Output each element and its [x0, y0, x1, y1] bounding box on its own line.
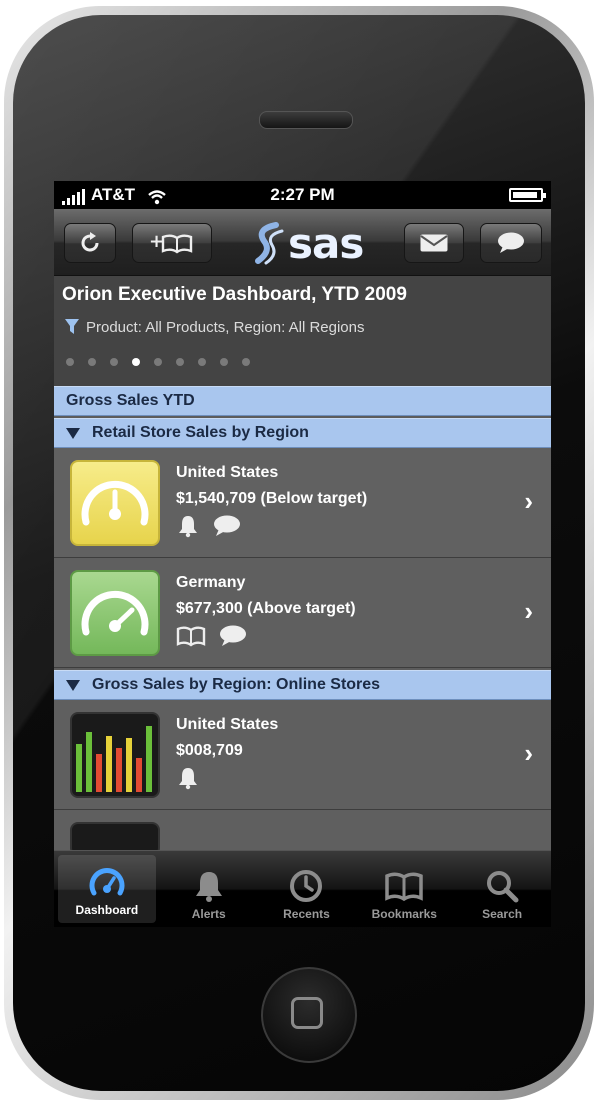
earpiece-speaker [259, 111, 353, 129]
row-icons [176, 514, 367, 538]
mail-icon [420, 234, 448, 252]
collapse-triangle-icon [66, 679, 80, 691]
region-value: $008,709 [176, 742, 243, 759]
chevron-right-icon: › [524, 486, 533, 516]
status-time: 2:27 PM [270, 185, 335, 204]
brand-name: sas [288, 218, 364, 268]
section-gross-sales: Gross Sales YTD [54, 386, 551, 416]
region-name: Germany [176, 574, 246, 591]
row-icons [176, 624, 356, 648]
app-screen: AT&T 2:27 PM + sas Orion Executive Dashb… [54, 181, 551, 927]
dashboard-header: Orion Executive Dashboard, YTD 2009 Prod… [54, 276, 551, 386]
tab-search[interactable]: Search [453, 851, 551, 927]
section-title: Retail Store Sales by Region [92, 424, 309, 441]
tab-recents[interactable]: Recents [258, 851, 356, 927]
tab-label: Alerts [191, 907, 226, 921]
filter-summary[interactable]: Product: All Products, Region: All Regio… [64, 318, 364, 336]
section-online[interactable]: Gross Sales by Region: Online Stores [54, 670, 551, 700]
page-dot[interactable] [242, 358, 250, 366]
section-title: Gross Sales by Region: Online Stores [92, 676, 381, 693]
gauge-thumbnail [70, 570, 160, 656]
filter-text: Product: All Products, Region: All Regio… [86, 318, 365, 336]
region-name: United States [176, 716, 279, 733]
battery-icon [509, 188, 546, 202]
region-value: $1,540,709 (Below target) [176, 490, 368, 507]
list-item[interactable]: United States $1,540,709 (Below target) … [54, 448, 551, 558]
home-square-icon [291, 997, 323, 1029]
page-dot[interactable] [198, 358, 206, 366]
page-dot[interactable] [88, 358, 96, 366]
app-toolbar: + sas [54, 209, 551, 276]
section-retail[interactable]: Retail Store Sales by Region [54, 418, 551, 448]
tab-label: Dashboard [75, 903, 139, 917]
comment-icon [214, 515, 240, 536]
page-dot[interactable] [110, 358, 118, 366]
gauge-icon [81, 480, 149, 526]
row-icons [176, 766, 278, 790]
home-button[interactable] [261, 967, 357, 1063]
row-text: United States $008,709 [176, 716, 278, 790]
section-title: Gross Sales YTD [66, 392, 195, 409]
page-dot[interactable] [220, 358, 228, 366]
mail-button[interactable] [404, 223, 464, 263]
page-dot-active[interactable] [132, 358, 140, 366]
tab-bookmarks[interactable]: Bookmarks [355, 851, 453, 927]
tab-label: Recents [283, 907, 330, 921]
row-text: Germany $677,300 (Above target) [176, 574, 356, 648]
list-item[interactable]: United States $008,709 › [54, 700, 551, 810]
sas-logo: sas [252, 218, 364, 268]
chevron-right-icon: › [524, 596, 533, 626]
page-indicator[interactable] [66, 358, 250, 366]
refresh-button[interactable] [64, 223, 116, 263]
region-value: $677,300 (Above target) [176, 600, 356, 617]
bookmark-add-button[interactable]: + [132, 223, 212, 263]
dashboard-icon [89, 868, 125, 896]
dashboard-title: Orion Executive Dashboard, YTD 2009 [62, 284, 407, 305]
page-dot[interactable] [176, 358, 184, 366]
gauge-thumbnail [70, 460, 160, 546]
chevron-right-icon: › [524, 738, 533, 768]
refresh-icon [81, 232, 99, 252]
list-item[interactable]: Germany $677,300 (Above target) › [54, 558, 551, 668]
clock-icon [290, 870, 323, 902]
filter-icon [65, 319, 79, 334]
region-name: United States [176, 464, 279, 481]
page-dot[interactable] [154, 358, 162, 366]
alert-icon [179, 516, 197, 538]
bell-icon [195, 872, 222, 902]
sas-swirl-icon [255, 222, 284, 265]
bookmark-icon [176, 626, 206, 647]
dashboard-list: Gross Sales YTD Retail Store Sales by Re… [54, 386, 551, 856]
tab-bar: Dashboard Alerts Recents Bookmarks Searc… [54, 850, 551, 927]
comment-button[interactable] [480, 223, 542, 263]
collapse-triangle-icon [66, 427, 80, 439]
bar-chart-thumbnail [70, 712, 160, 798]
tab-label: Bookmarks [371, 907, 437, 921]
row-text: United States $1,540,709 (Below target) [176, 464, 367, 538]
gauge-icon [81, 590, 149, 636]
bar-chart-icon [76, 726, 152, 792]
search-icon [487, 871, 519, 903]
bookmark-add-icon: + [149, 231, 193, 254]
tab-label: Search [482, 907, 523, 921]
status-bar: AT&T 2:27 PM [54, 181, 551, 209]
page-dot[interactable] [66, 358, 74, 366]
book-icon [385, 872, 424, 902]
list-item[interactable] [54, 810, 551, 856]
alert-icon [179, 768, 197, 790]
comment-icon [498, 232, 524, 253]
tab-alerts[interactable]: Alerts [160, 851, 258, 927]
tab-dashboard[interactable]: Dashboard [58, 855, 156, 923]
comment-icon [220, 625, 246, 646]
